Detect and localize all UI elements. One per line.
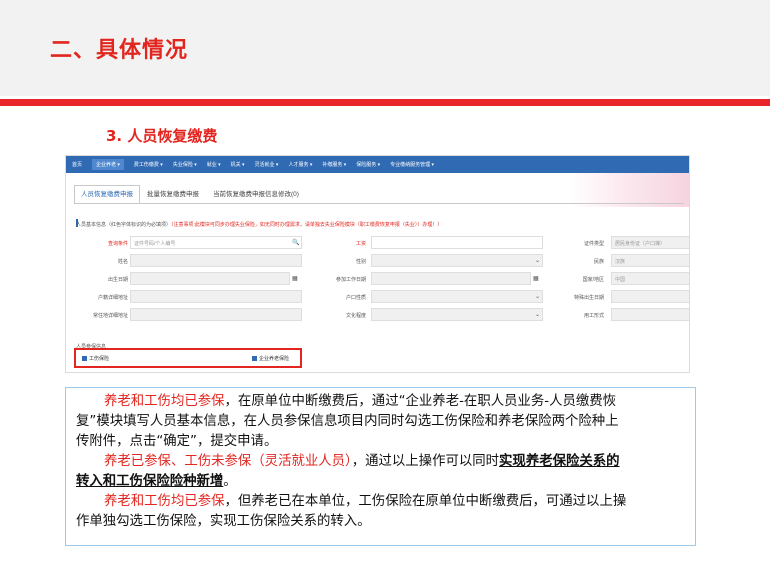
paragraph-line: 养老和工伤均已参保，在原单位中断缴费后，通过“企业养老-在职人员业务-人员缴费恢	[76, 392, 685, 412]
household-type-label: 户口性质	[345, 295, 366, 301]
paragraph-line: 复”模块填写人员基本信息，在人员参保信息项目内同时勾选工伤保险和养老保险两个险种…	[76, 414, 619, 429]
nav-item-unemployment[interactable]: 失业保险 ▾	[173, 161, 197, 168]
highlight-red: 养老和工伤均已参保	[104, 494, 225, 509]
checkbox-label: 企业养老保险	[259, 356, 290, 362]
tab-bar: 人员恢复缴费申报 批量恢复缴费申报 当前恢复缴费申报信息修改(0)	[74, 185, 306, 203]
education-select[interactable]	[371, 308, 543, 321]
household-addr-label: 户籍详细地址	[97, 295, 128, 301]
birth-input[interactable]	[130, 272, 290, 285]
nation-select[interactable]: 汉族	[611, 254, 689, 267]
chevron-down-icon[interactable]: ⌄	[535, 257, 540, 264]
id-type-select[interactable]: 居民身份证（户口簿）	[611, 236, 689, 249]
household-addr-input[interactable]	[130, 290, 302, 303]
checkbox-checked-icon	[252, 356, 257, 361]
checkbox-label: 工伤保险	[89, 356, 110, 362]
slide-title: 二、具体情况	[50, 38, 189, 63]
education-label: 文化程度	[345, 313, 366, 319]
paragraph-line: 传附件，点击“确定”，提交申请。	[76, 434, 278, 449]
explanation-box: 养老和工伤均已参保，在原单位中断缴费后，通过“企业养老-在职人员业务-人员缴费恢…	[65, 387, 696, 546]
notice-warning: （注意事项:此模块可同步办理失业保险，如无同时办理需求，请单独去失业保险模块（职…	[171, 222, 443, 228]
checkbox-checked-icon	[82, 356, 87, 361]
highlight-red: 养老和工伤均已参保	[104, 394, 225, 409]
work-date-input[interactable]	[371, 272, 531, 285]
form-row-2: 姓名 性别 ⌄ 民族 汉族	[66, 254, 689, 268]
text-span: ，在原单位中断缴费后，通过“企业养老-在职人员业务-人员缴费恢	[224, 394, 617, 409]
paragraph-1-cont: 复”模块填写人员基本信息，在人员参保信息项目内同时勾选工伤保险和养老保险两个险种…	[76, 412, 685, 452]
form-row-5: 常住地详细地址 文化程度 ⌄ 用工形式	[66, 308, 689, 322]
salary-input[interactable]	[371, 236, 543, 249]
banner-image	[569, 173, 689, 207]
name-label: 姓名	[117, 259, 128, 265]
nav-item-employment[interactable]: 就业 ▾	[207, 161, 221, 168]
name-input[interactable]	[130, 254, 302, 267]
emphasis-text: 实现养老保险关系的	[499, 454, 620, 469]
paragraph-3-cont: 作单独勾选工伤保险，实现工伤保险关系的转入。	[76, 512, 685, 532]
paragraph-1: 养老和工伤均已参保，在原单位中断缴费后，通过“企业养老-在职人员业务-人员缴费恢	[76, 392, 685, 412]
paragraph-line: 养老已参保、工伤未参保（灵活就业人员），通过以上操作可以同时实现养老保险关系的	[76, 452, 685, 472]
residence-label: 常住地详细地址	[92, 313, 128, 319]
search-icon[interactable]: 🔍	[292, 239, 299, 246]
country-select[interactable]: 中国	[611, 272, 689, 285]
highlight-red: 养老已参保、工伤未参保（灵活就业人员）	[104, 454, 352, 469]
checkbox-work-injury[interactable]: 工伤保险	[82, 355, 109, 362]
paragraph-2-cont: 转入和工伤保险险种新增。	[76, 472, 685, 492]
nation-label: 民族	[593, 259, 604, 265]
paragraph-2: 养老已参保、工伤未参保（灵活就业人员），通过以上操作可以同时实现养老保险关系的	[76, 452, 685, 472]
paragraph-line: 养老和工伤均已参保，但养老已在本单位，工伤保险在原单位中断缴费后，可通过以上操	[76, 492, 685, 512]
nav-item-insurance[interactable]: 保险服务 ▾	[356, 161, 380, 168]
text-span: ，通过以上操作可以同时	[351, 454, 500, 469]
paragraph-3: 养老和工伤均已参保，但养老已在本单位，工伤保险在原单位中断缴费后，可通过以上操	[76, 492, 685, 512]
checkbox-enterprise-pension[interactable]: 企业养老保险	[252, 355, 289, 362]
id-no-input[interactable]: 证件号码/个人编号	[130, 236, 302, 249]
paragraph-line: 转入和工伤保险险种新增。	[76, 472, 685, 492]
tab-divider	[74, 203, 684, 204]
text-span: ，但养老已在本单位，工伤保险在原单位中断缴费后，可通过以上操	[224, 494, 627, 509]
notice-label: 人员基本信息（红色字体标识的为必填项）	[76, 222, 172, 228]
tab-batch-resume[interactable]: 批量恢复缴费申报	[140, 185, 206, 203]
section-title: 3. 人员恢复缴费	[106, 127, 218, 145]
nav-item-institution[interactable]: 机关 ▾	[231, 161, 245, 168]
gender-label: 性别	[355, 259, 366, 265]
form-row-3: 出生日期 ▦ 参加工作日期 ▦ 国家/地区 中国	[66, 272, 689, 286]
tab-resume-payment[interactable]: 人员恢复缴费申报	[74, 185, 140, 203]
nav-item-backpay[interactable]: 补缴服务 ▾	[322, 161, 346, 168]
notice-text: 人员基本信息（红色字体标识的为必填项）（注意事项:此模块可同步办理失业保险，如无…	[76, 221, 442, 228]
nav-item-pro-payment[interactable]: 专业缴纳服务管理 ▾	[390, 161, 434, 168]
special-birth-label: 特殊出生日期	[573, 295, 604, 301]
chevron-down-icon[interactable]: ⌄	[535, 311, 540, 318]
paragraph-line: 作单独勾选工伤保险，实现工伤保险关系的转入。	[76, 514, 371, 529]
id-type-label: 证件类型	[583, 241, 604, 247]
insurance-highlight-box: 工伤保险 企业养老保险	[74, 348, 302, 368]
tab-modify-current[interactable]: 当前恢复缴费申报信息修改(0)	[206, 185, 306, 203]
household-type-select[interactable]	[371, 290, 543, 303]
emphasis-text: 转入和工伤保险险种新增	[76, 474, 224, 489]
form-row-4: 户籍详细地址 户口性质 ⌄ 特殊出生日期	[66, 290, 689, 304]
gender-select[interactable]	[371, 254, 543, 267]
nav-item-talent[interactable]: 人才服务 ▾	[288, 161, 312, 168]
work-date-label: 参加工作日期	[335, 277, 366, 283]
chevron-down-icon[interactable]: ⌄	[535, 293, 540, 300]
text-span: 。	[223, 474, 237, 489]
embedded-screenshot: 首页 企业养老 ▾ 费工伤缴费 ▾ 失业保险 ▾ 就业 ▾ 机关 ▾ 灵活就业 …	[65, 155, 690, 373]
birth-label: 出生日期	[107, 277, 128, 283]
employment-label: 用工形式	[583, 313, 604, 319]
title-divider	[0, 99, 770, 106]
residence-input[interactable]	[130, 308, 302, 321]
nav-item-home[interactable]: 首页	[72, 161, 82, 168]
calendar-icon[interactable]: ▦	[533, 275, 539, 282]
special-birth-input[interactable]	[611, 290, 689, 303]
nav-item-enterprise-pension[interactable]: 企业养老 ▾	[92, 159, 124, 170]
top-nav: 首页 企业养老 ▾ 费工伤缴费 ▾ 失业保险 ▾ 就业 ▾ 机关 ▾ 灵活就业 …	[66, 156, 689, 173]
country-label: 国家/地区	[582, 277, 604, 283]
form-row-1: 查询条件 证件号码/个人编号 🔍 工资 证件类型 居民身份证（户口簿）	[66, 236, 689, 250]
calendar-icon[interactable]: ▦	[292, 275, 298, 282]
id-no-label: 查询条件	[107, 241, 128, 247]
nav-item-injury[interactable]: 费工伤缴费 ▾	[134, 161, 163, 168]
nav-item-flexible[interactable]: 灵活就业 ▾	[255, 161, 279, 168]
salary-label: 工资	[355, 241, 366, 247]
employment-input[interactable]	[611, 308, 689, 321]
